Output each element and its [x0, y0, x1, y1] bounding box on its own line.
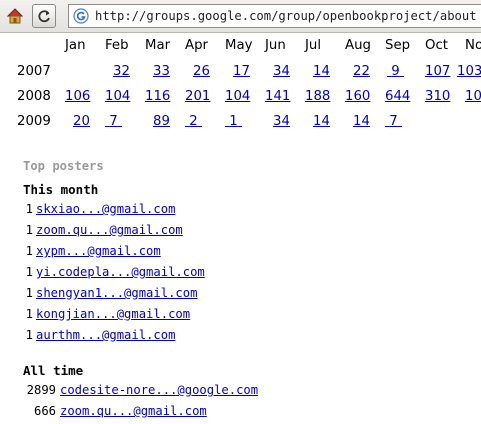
month-header: Jul: [305, 38, 322, 53]
month-header: Mar: [145, 38, 171, 53]
poster-email-link[interactable]: shengyan1...@gmail.com: [36, 286, 197, 300]
poster-count: 1: [25, 328, 33, 342]
month-header: No: [465, 38, 481, 53]
month-count-value: 7: [389, 114, 398, 129]
poster-email-link[interactable]: zoom.qu...@gmail.com: [60, 404, 207, 418]
month-header: Apr: [185, 38, 209, 53]
month-count-link[interactable]: 103: [457, 64, 481, 79]
month-header: May: [225, 38, 253, 53]
month-count-link[interactable]: 9: [387, 64, 404, 79]
month-count-link[interactable]: 33: [153, 64, 170, 79]
month-header: Sep: [385, 38, 411, 53]
month-count-link[interactable]: 141: [265, 89, 290, 104]
month-count-value: 1: [229, 114, 238, 129]
poster-email-link[interactable]: xypm...@gmail.com: [36, 244, 161, 258]
month-count-link[interactable]: 14: [313, 64, 330, 79]
month-count-link[interactable]: 107: [425, 64, 450, 79]
poster-email-link[interactable]: aurthm...@gmail.com: [36, 328, 175, 342]
month-count-link[interactable]: 2: [185, 114, 202, 129]
month-header: Jan: [65, 38, 86, 53]
month-header: Aug: [345, 38, 371, 53]
google-icon: [73, 7, 91, 25]
month-header: Oct: [425, 38, 448, 53]
month-count-link[interactable]: 104: [105, 89, 130, 104]
month-header: Feb: [105, 38, 129, 53]
poster-count: 1: [25, 223, 33, 237]
month-count-link[interactable]: 106: [65, 89, 90, 104]
home-icon: [6, 8, 24, 24]
poster-email-link[interactable]: yi.codepla...@gmail.com: [36, 265, 205, 279]
month-count-link[interactable]: 7: [105, 114, 122, 129]
month-count-value: 7: [109, 114, 118, 129]
month-count-link[interactable]: 310: [425, 89, 450, 104]
poster-email-link[interactable]: codesite-nore...@google.com: [60, 383, 258, 397]
month-count-link[interactable]: 160: [345, 89, 370, 104]
month-count-link[interactable]: 22: [353, 64, 370, 79]
month-count-link[interactable]: 34: [273, 64, 290, 79]
month-count-link[interactable]: 20: [73, 114, 90, 129]
month-count-link[interactable]: 26: [193, 64, 210, 79]
poster-email-link[interactable]: kongjian...@gmail.com: [36, 307, 190, 321]
month-count-link[interactable]: 89: [153, 114, 170, 129]
month-count-link[interactable]: 14: [313, 114, 330, 129]
this-month-title: This month: [23, 182, 99, 197]
poster-count: 1: [25, 307, 33, 321]
address-bar-url: http://groups.google.com/group/openbookp…: [95, 9, 477, 23]
poster-count: 2899: [26, 383, 56, 397]
poster-count: 1: [25, 265, 33, 279]
address-bar[interactable]: http://groups.google.com/group/openbookp…: [68, 4, 481, 28]
month-count-value: 2: [189, 114, 198, 129]
browser-toolbar: http://groups.google.com/group/openbookp…: [0, 0, 481, 33]
top-posters-title: Top posters: [23, 159, 104, 173]
month-count-link[interactable]: 116: [145, 89, 170, 104]
month-count-link[interactable]: 14: [353, 114, 370, 129]
month-header: Jun: [265, 38, 286, 53]
poster-count: 666: [33, 404, 56, 418]
month-count-link[interactable]: 17: [233, 64, 250, 79]
year-label: 2009: [17, 114, 51, 129]
month-count-link[interactable]: 104: [225, 89, 250, 104]
home-button[interactable]: [3, 4, 27, 28]
poster-count: 1: [25, 202, 33, 216]
poster-email-link[interactable]: zoom.qu...@gmail.com: [36, 223, 183, 237]
month-count-link[interactable]: 34: [273, 114, 290, 129]
poster-count: 1: [25, 286, 33, 300]
poster-email-link[interactable]: skxiao...@gmail.com: [36, 202, 175, 216]
month-count-link[interactable]: 1: [225, 114, 242, 129]
month-count-link[interactable]: 32: [113, 64, 130, 79]
month-count-link[interactable]: 201: [185, 89, 210, 104]
year-label: 2008: [17, 89, 51, 104]
month-count-link[interactable]: 188: [305, 89, 330, 104]
year-label: 2007: [17, 64, 51, 79]
month-count-link[interactable]: 10: [465, 89, 481, 104]
reload-button[interactable]: [32, 4, 56, 28]
month-count-link[interactable]: 644: [385, 89, 410, 104]
reload-icon: [38, 10, 50, 23]
poster-count: 1: [25, 244, 33, 258]
all-time-title: All time: [23, 363, 84, 378]
month-count-value: 9: [391, 64, 400, 79]
month-count-link[interactable]: 7: [385, 114, 402, 129]
